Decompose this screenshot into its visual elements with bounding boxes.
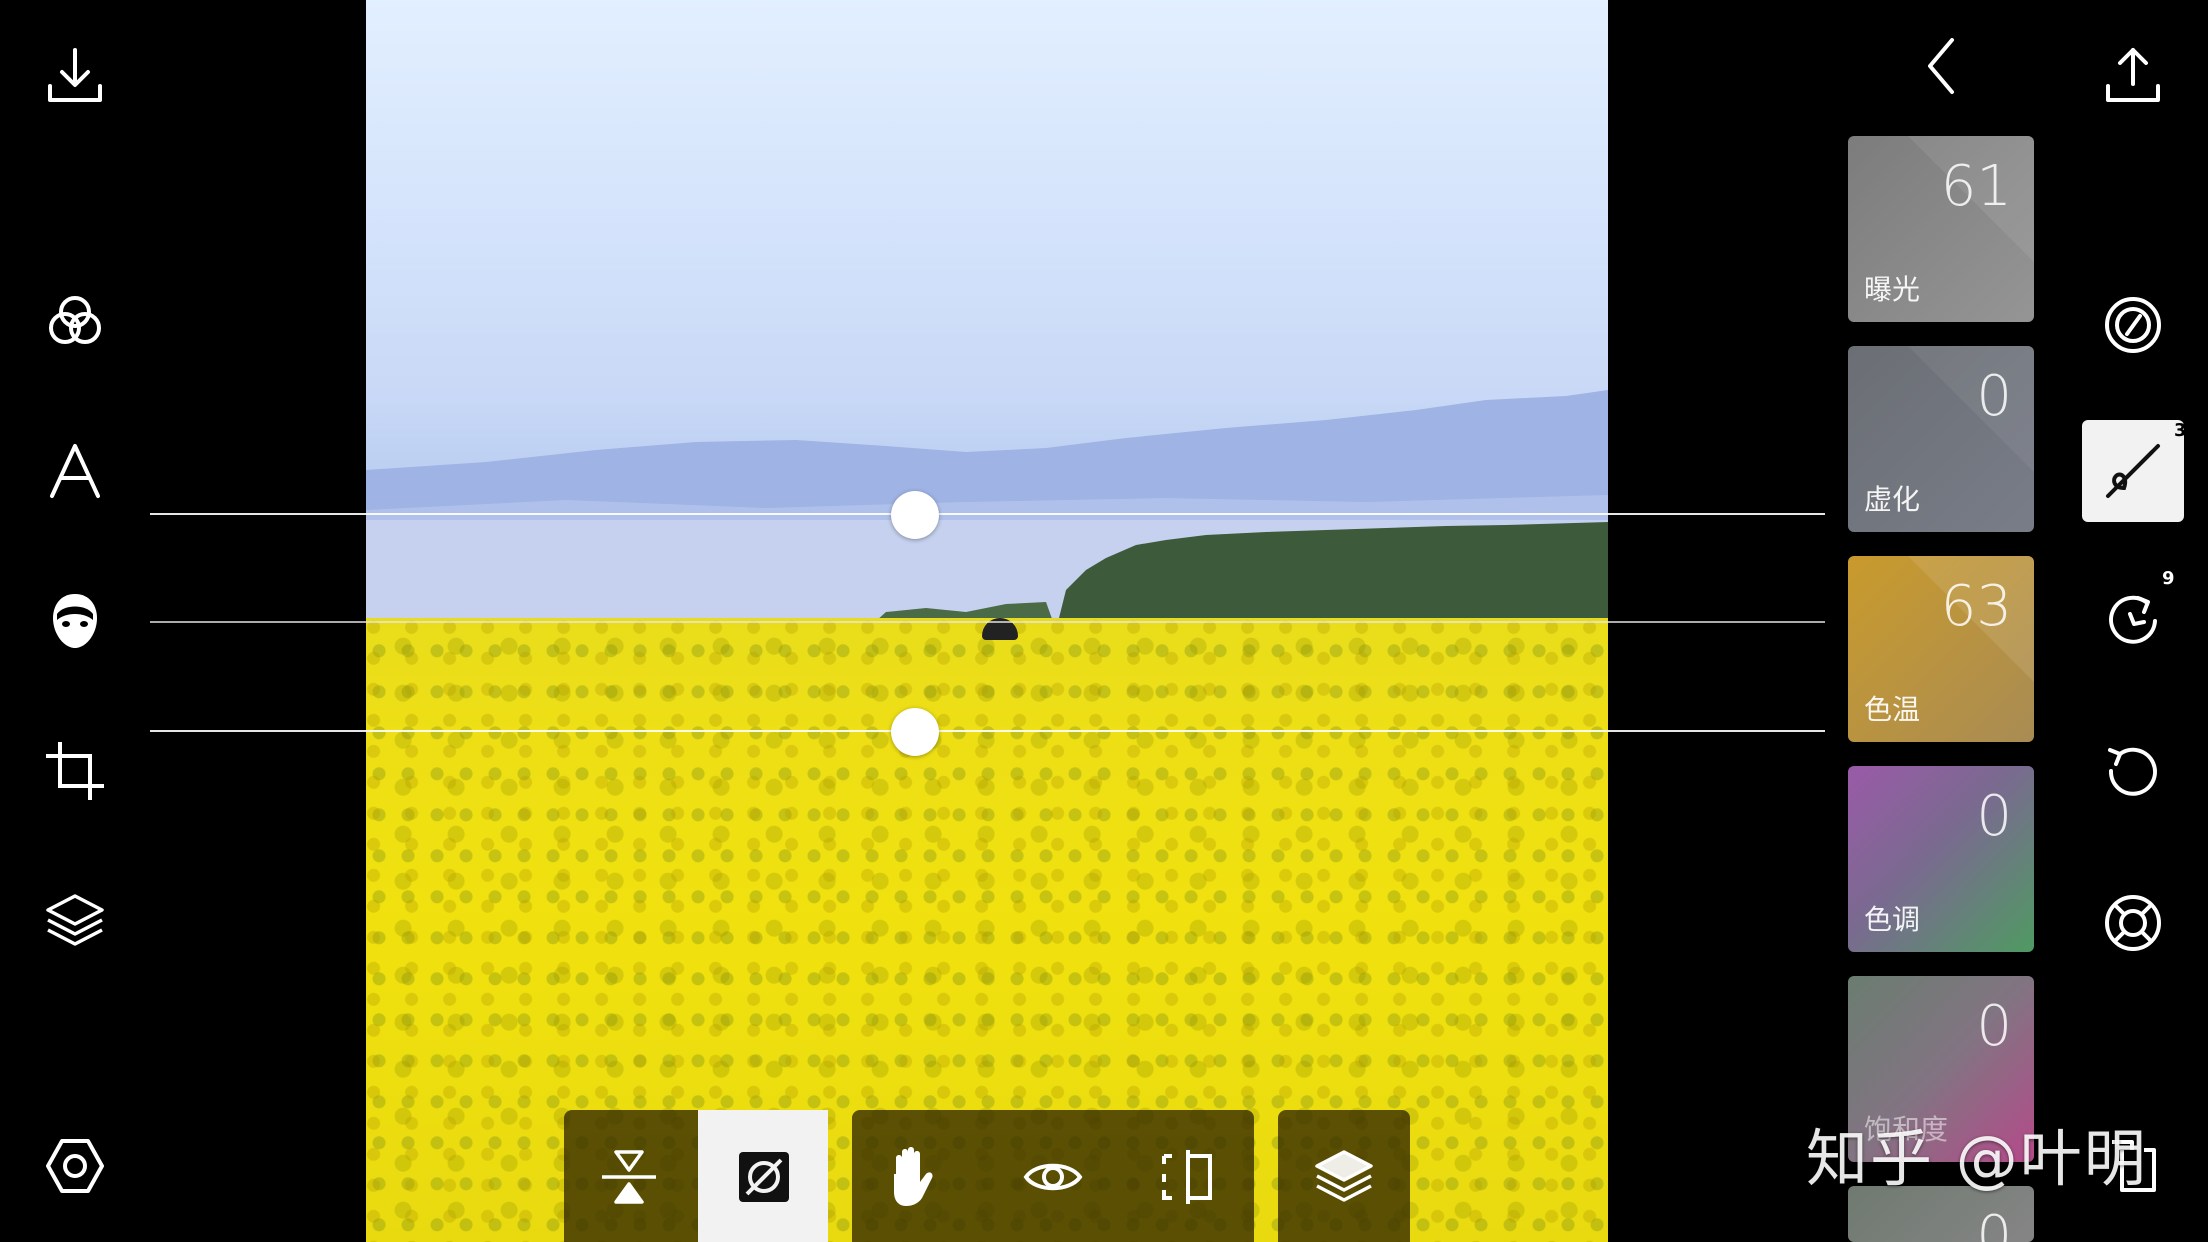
eye-icon[interactable] <box>1022 1146 1084 1208</box>
tile-temperature[interactable]: 63 色温 <box>1848 556 2034 742</box>
tile-label: 曝光 <box>1864 273 1921 306</box>
mountain-range <box>366 390 1608 630</box>
watermark: 知乎 @叶明 <box>1806 1122 2148 1195</box>
tile-value: 63 <box>1940 574 2012 639</box>
filters-icon[interactable] <box>44 290 106 352</box>
tile-value: 0 <box>1976 784 2012 849</box>
mirror-icon[interactable] <box>598 1146 660 1208</box>
tile-value: 61 <box>1940 154 2012 219</box>
tile-value: 0 <box>1976 364 2012 429</box>
tile-value: 0 <box>1976 1204 2012 1242</box>
brush-badge: 3 <box>2174 420 2187 441</box>
download-icon[interactable] <box>44 44 106 106</box>
tile-label: 色温 <box>1864 693 1921 726</box>
gradient-line-center[interactable] <box>150 621 1825 623</box>
tile-blur[interactable]: 0 虚化 <box>1848 346 2034 532</box>
tile-exposure[interactable]: 61 曝光 <box>1848 136 2034 322</box>
crop-icon[interactable] <box>44 740 106 802</box>
redo-icon[interactable] <box>2102 590 2164 652</box>
text-icon[interactable] <box>44 440 106 502</box>
gradient-handle-top[interactable] <box>891 491 939 539</box>
history-badge: 9 <box>2162 568 2175 589</box>
gradient-line-bottom[interactable] <box>150 730 1825 732</box>
help-icon[interactable] <box>2102 892 2164 954</box>
undo-icon[interactable] <box>2102 740 2164 802</box>
tile-label: 虚化 <box>1864 483 1921 516</box>
brush-button[interactable]: 3 <box>2082 420 2187 522</box>
layers-icon[interactable] <box>44 890 106 952</box>
mask-icon[interactable] <box>733 1146 795 1208</box>
layers-icon[interactable] <box>1313 1146 1375 1208</box>
tile-tint[interactable]: 0 色调 <box>1848 766 2034 952</box>
compare-icon[interactable] <box>1158 1146 1220 1208</box>
tile-value: 0 <box>1976 994 2012 1059</box>
gradient-line-top[interactable] <box>150 513 1825 515</box>
adjust-dial-icon[interactable] <box>2102 294 2164 356</box>
face-icon[interactable] <box>44 590 106 652</box>
share-icon[interactable] <box>2102 44 2164 106</box>
gradient-handle-bottom[interactable] <box>891 708 939 756</box>
tile-label: 色调 <box>1864 903 1921 936</box>
settings-icon[interactable] <box>44 1135 106 1197</box>
hand-icon[interactable] <box>882 1144 944 1210</box>
chevron-left-icon[interactable] <box>1922 36 1962 96</box>
